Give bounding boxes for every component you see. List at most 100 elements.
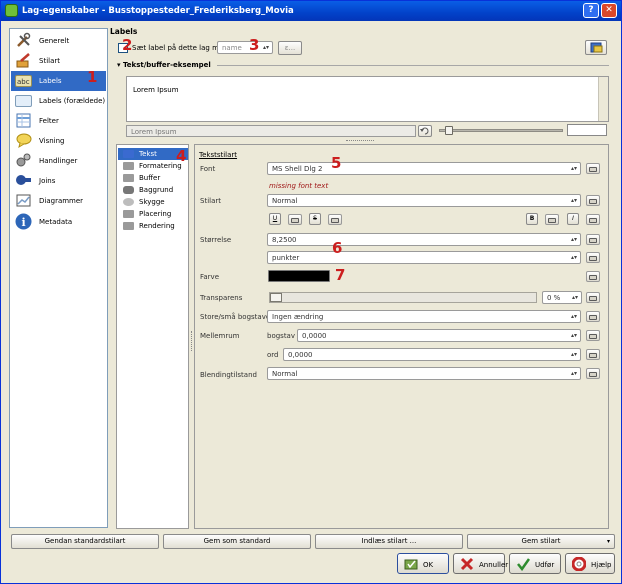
data-defined-override-button[interactable] [545, 214, 559, 225]
sidebar-item-label: Visning [39, 137, 65, 145]
sidebar-item-label: Joins [39, 177, 56, 185]
blend-mode-combo[interactable]: Normal ▴▾ [267, 367, 581, 380]
tab-skygge[interactable]: Skygge [118, 196, 188, 208]
annotation-2: 2 [122, 36, 133, 54]
sidebar-item-label: Diagrammer [39, 197, 84, 205]
data-defined-override-button[interactable] [586, 349, 600, 360]
label-settings-tabs: Tekst Formatering Buffer Baggrund Skygge… [116, 144, 189, 529]
spin-arrows-icon: ▴▾ [571, 294, 579, 301]
tab-placering[interactable]: Placering [118, 208, 188, 220]
sidebar-item-felter[interactable]: Felter [11, 111, 106, 131]
chevron-updown-icon: ▴▾ [570, 370, 578, 377]
data-defined-override-button[interactable] [586, 292, 600, 303]
data-defined-override-button[interactable] [586, 234, 600, 245]
annotation-6: 6 [332, 239, 343, 257]
annotation-1: 1 [87, 68, 98, 86]
label-field-combo[interactable]: name ▴▾ [217, 41, 273, 54]
sidebar-item-diagrammer[interactable]: Diagrammer [11, 191, 106, 211]
spin-arrows-icon: ▴▾ [570, 332, 578, 339]
help-button[interactable]: Hjælp [565, 553, 615, 574]
word-spacing-spinbox[interactable]: 0,0000 ▴▾ [283, 348, 581, 361]
formatting-tab-icon [123, 162, 134, 170]
transparency-slider[interactable] [269, 292, 537, 303]
case-combo[interactable]: Ingen ændring ▴▾ [267, 310, 581, 323]
chevron-updown-icon: ▴▾ [262, 44, 270, 51]
text-tab-icon [123, 150, 134, 158]
qgis-app-icon [5, 4, 18, 17]
size-unit-combo[interactable]: punkter ▴▾ [267, 251, 581, 264]
bold-button[interactable]: B [526, 213, 538, 225]
sidebar-item-labels-old[interactable]: Labels (forældede) [11, 91, 106, 111]
restore-default-style-button[interactable]: Gendan standardstilart [11, 534, 159, 549]
preview-scrollbar[interactable] [598, 77, 608, 121]
dropdown-arrow-icon: ▾ [606, 538, 610, 545]
rendering-tab-icon [123, 222, 134, 230]
save-style-button[interactable]: Gem stilart ▾ [467, 534, 615, 549]
label-layer-checkbox-label: Sæt label på dette lag med [132, 44, 228, 52]
transparency-slider-knob[interactable] [270, 293, 282, 302]
window-title: Lag-egenskaber - Busstoppesteder_Frederi… [22, 6, 294, 16]
section-divider [217, 65, 609, 66]
text-style-subtitle: Tekststilart [199, 151, 238, 159]
sidebar-item-joins[interactable]: Joins [11, 171, 106, 191]
spacing-label: Mellemrum [200, 332, 240, 340]
size-label: Størrelse [200, 236, 232, 244]
horizontal-splitter-handle[interactable] [346, 140, 374, 142]
transparency-spinbox[interactable]: 0 % ▴▾ [542, 291, 582, 304]
help-title-button[interactable]: ? [583, 3, 599, 18]
preview-scale-slider-knob[interactable] [445, 126, 453, 135]
data-defined-override-button[interactable] [328, 214, 342, 225]
ok-button[interactable]: OK [397, 553, 449, 574]
labels-panel-title: Labels [110, 27, 138, 36]
missing-font-warning: missing font text [269, 182, 329, 190]
preview-scale-slider[interactable] [439, 129, 563, 132]
sidebar-item-label: Labels (forældede) [39, 97, 106, 105]
size-spinbox[interactable]: 8,2500 ▴▾ [267, 233, 581, 246]
title-bar: Lag-egenskaber - Busstoppesteder_Frederi… [1, 1, 621, 21]
data-defined-override-button[interactable] [586, 330, 600, 341]
close-title-button[interactable]: ✕ [601, 3, 617, 18]
letter-spacing-spinbox[interactable]: 0,0000 ▴▾ [297, 329, 581, 342]
speech-bubble-icon [15, 132, 32, 149]
data-defined-override-button[interactable] [586, 163, 600, 174]
paste-style-button[interactable] [585, 40, 607, 55]
letter-spacing-label: bogstav [267, 332, 295, 340]
font-combo[interactable]: MS Shell Dlg 2 ▴▾ [267, 162, 581, 175]
data-defined-override-button[interactable] [586, 252, 600, 263]
apply-button[interactable]: Udfør [509, 553, 561, 574]
save-as-default-button[interactable]: Gem som standard [163, 534, 311, 549]
data-defined-override-button[interactable] [586, 271, 600, 282]
sidebar-item-generelt[interactable]: Generelt [11, 31, 106, 51]
data-defined-override-button[interactable] [586, 311, 600, 322]
vertical-splitter-handle[interactable] [191, 331, 193, 351]
tools-icon [15, 32, 32, 49]
data-defined-override-button[interactable] [288, 214, 302, 225]
preview-background-color[interactable] [567, 124, 607, 136]
load-style-button[interactable]: Indlæs stilart ... [315, 534, 463, 549]
sidebar-item-label: Metadata [39, 218, 73, 226]
preview-text-input[interactable]: Lorem Ipsum [126, 125, 416, 137]
sidebar-item-handlinger[interactable]: Handlinger [11, 151, 106, 171]
sidebar-item-visning[interactable]: Visning [11, 131, 106, 151]
reset-preview-button[interactable] [418, 125, 432, 137]
italic-button[interactable]: I [567, 213, 579, 225]
data-defined-override-button[interactable] [586, 214, 600, 225]
style-combo[interactable]: Normal ▴▾ [267, 194, 581, 207]
preview-sample-text: Lorem Ipsum [133, 86, 179, 94]
sidebar-item-label: Felter [39, 117, 59, 125]
cancel-button[interactable]: Annuller [453, 553, 508, 574]
underline-button[interactable]: U [269, 213, 281, 225]
abc-label-icon: abc [15, 75, 32, 87]
info-icon: i [15, 213, 32, 230]
data-defined-override-button[interactable] [586, 195, 600, 206]
annotation-4: 4 [176, 147, 187, 165]
sidebar-item-metadata[interactable]: i Metadata [11, 212, 106, 232]
data-defined-override-button[interactable] [586, 368, 600, 379]
strikethrough-button[interactable]: S [309, 213, 321, 225]
tab-buffer[interactable]: Buffer [118, 172, 188, 184]
expression-button[interactable]: ε... [278, 41, 302, 55]
tab-baggrund[interactable]: Baggrund [118, 184, 188, 196]
text-color-button[interactable] [268, 270, 330, 282]
preview-section-header[interactable]: ▾ Tekst/buffer-eksempel [117, 61, 211, 69]
tab-rendering[interactable]: Rendering [118, 220, 188, 232]
